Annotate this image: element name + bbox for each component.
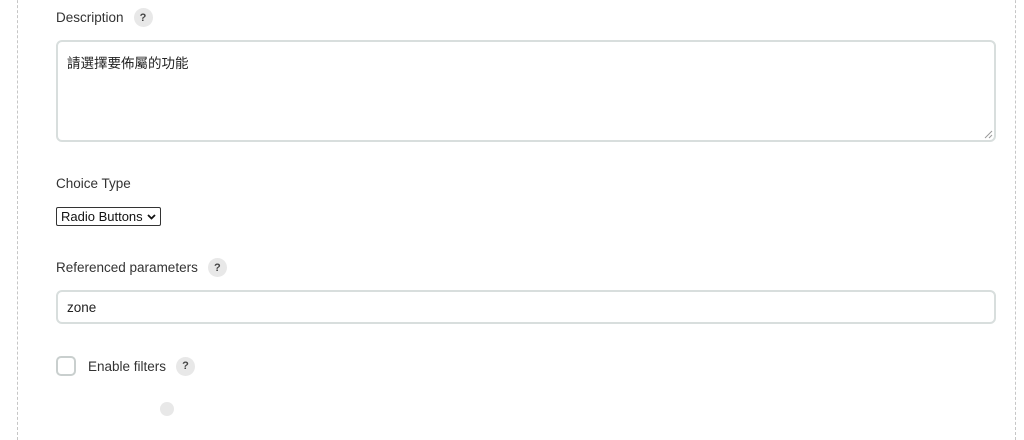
partially-visible-help-icon xyxy=(160,402,174,416)
referenced-parameters-label: Referenced parameters xyxy=(56,260,198,275)
description-label: Description xyxy=(56,10,124,25)
enable-filters-row: Enable filters ? xyxy=(56,356,196,376)
description-help-icon[interactable]: ? xyxy=(133,8,153,27)
choice-type-select[interactable]: Radio Buttons xyxy=(56,207,161,226)
choice-type-label-row: Choice Type xyxy=(56,176,131,191)
referenced-parameters-help-icon[interactable]: ? xyxy=(207,258,227,277)
description-textarea[interactable]: 請選擇要佈屬的功能 xyxy=(56,40,996,142)
enable-filters-label: Enable filters xyxy=(88,358,167,374)
resize-grip-icon[interactable] xyxy=(984,130,993,139)
enable-filters-help-icon[interactable]: ? xyxy=(176,356,196,376)
referenced-parameters-input[interactable]: zone xyxy=(56,290,996,324)
choice-type-selected-value: Radio Buttons xyxy=(61,209,143,224)
referenced-parameters-value: zone xyxy=(67,299,97,315)
referenced-parameters-label-row: Referenced parameters ? xyxy=(56,258,227,277)
description-label-row: Description ? xyxy=(56,8,153,27)
choice-type-label: Choice Type xyxy=(56,176,131,191)
enable-filters-checkbox[interactable] xyxy=(56,356,76,376)
chevron-down-icon xyxy=(147,213,156,220)
